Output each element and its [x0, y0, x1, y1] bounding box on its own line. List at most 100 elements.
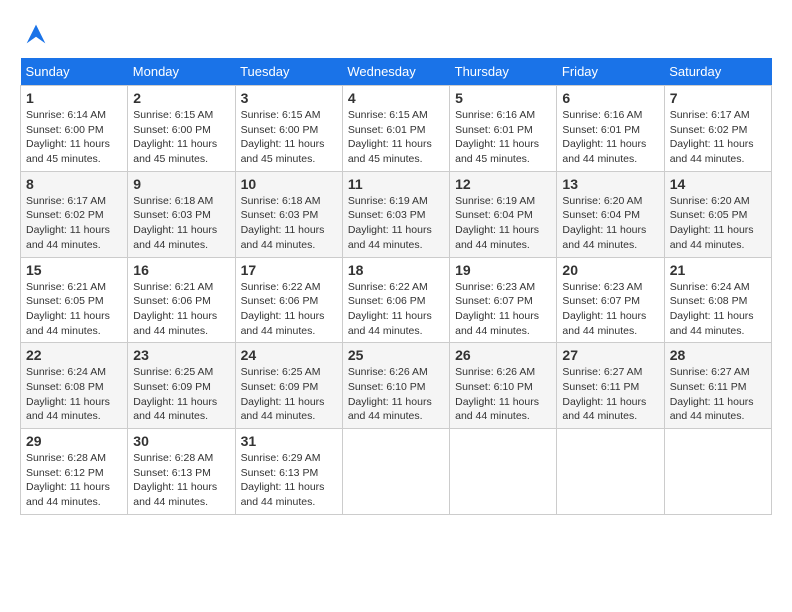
- calendar-cell: 1 Sunrise: 6:14 AMSunset: 6:00 PMDayligh…: [21, 86, 128, 172]
- day-header-monday: Monday: [128, 58, 235, 86]
- day-info: Sunrise: 6:24 AMSunset: 6:08 PMDaylight:…: [26, 366, 110, 422]
- calendar-cell: 2 Sunrise: 6:15 AMSunset: 6:00 PMDayligh…: [128, 86, 235, 172]
- calendar-cell: 15 Sunrise: 6:21 AMSunset: 6:05 PMDaylig…: [21, 257, 128, 343]
- day-info: Sunrise: 6:26 AMSunset: 6:10 PMDaylight:…: [348, 366, 432, 422]
- day-info: Sunrise: 6:22 AMSunset: 6:06 PMDaylight:…: [241, 281, 325, 337]
- calendar-cell: 23 Sunrise: 6:25 AMSunset: 6:09 PMDaylig…: [128, 343, 235, 429]
- day-number: 14: [670, 176, 766, 192]
- calendar-cell: 11 Sunrise: 6:19 AMSunset: 6:03 PMDaylig…: [342, 171, 449, 257]
- day-info: Sunrise: 6:21 AMSunset: 6:06 PMDaylight:…: [133, 281, 217, 337]
- calendar-cell: 9 Sunrise: 6:18 AMSunset: 6:03 PMDayligh…: [128, 171, 235, 257]
- calendar-cell: 14 Sunrise: 6:20 AMSunset: 6:05 PMDaylig…: [664, 171, 771, 257]
- calendar-cell: 17 Sunrise: 6:22 AMSunset: 6:06 PMDaylig…: [235, 257, 342, 343]
- day-info: Sunrise: 6:18 AMSunset: 6:03 PMDaylight:…: [241, 195, 325, 251]
- calendar-week-row: 29 Sunrise: 6:28 AMSunset: 6:12 PMDaylig…: [21, 429, 772, 515]
- day-info: Sunrise: 6:19 AMSunset: 6:04 PMDaylight:…: [455, 195, 539, 251]
- day-number: 3: [241, 90, 337, 106]
- day-number: 25: [348, 347, 444, 363]
- day-info: Sunrise: 6:26 AMSunset: 6:10 PMDaylight:…: [455, 366, 539, 422]
- calendar-cell: 27 Sunrise: 6:27 AMSunset: 6:11 PMDaylig…: [557, 343, 664, 429]
- day-number: 4: [348, 90, 444, 106]
- day-info: Sunrise: 6:24 AMSunset: 6:08 PMDaylight:…: [670, 281, 754, 337]
- calendar-cell: 3 Sunrise: 6:15 AMSunset: 6:00 PMDayligh…: [235, 86, 342, 172]
- day-info: Sunrise: 6:15 AMSunset: 6:00 PMDaylight:…: [241, 109, 325, 165]
- day-info: Sunrise: 6:21 AMSunset: 6:05 PMDaylight:…: [26, 281, 110, 337]
- day-number: 2: [133, 90, 229, 106]
- calendar-table: SundayMondayTuesdayWednesdayThursdayFrid…: [20, 58, 772, 515]
- day-number: 12: [455, 176, 551, 192]
- day-number: 18: [348, 262, 444, 278]
- day-info: Sunrise: 6:23 AMSunset: 6:07 PMDaylight:…: [455, 281, 539, 337]
- day-number: 20: [562, 262, 658, 278]
- day-header-saturday: Saturday: [664, 58, 771, 86]
- calendar-cell: 29 Sunrise: 6:28 AMSunset: 6:12 PMDaylig…: [21, 429, 128, 515]
- calendar-cell: 4 Sunrise: 6:15 AMSunset: 6:01 PMDayligh…: [342, 86, 449, 172]
- day-number: 27: [562, 347, 658, 363]
- calendar-cell: [557, 429, 664, 515]
- calendar-cell: 24 Sunrise: 6:25 AMSunset: 6:09 PMDaylig…: [235, 343, 342, 429]
- calendar-cell: 30 Sunrise: 6:28 AMSunset: 6:13 PMDaylig…: [128, 429, 235, 515]
- day-info: Sunrise: 6:17 AMSunset: 6:02 PMDaylight:…: [26, 195, 110, 251]
- day-info: Sunrise: 6:29 AMSunset: 6:13 PMDaylight:…: [241, 452, 325, 508]
- calendar-cell: 18 Sunrise: 6:22 AMSunset: 6:06 PMDaylig…: [342, 257, 449, 343]
- calendar-cell: 16 Sunrise: 6:21 AMSunset: 6:06 PMDaylig…: [128, 257, 235, 343]
- day-header-wednesday: Wednesday: [342, 58, 449, 86]
- day-header-thursday: Thursday: [450, 58, 557, 86]
- calendar-cell: 26 Sunrise: 6:26 AMSunset: 6:10 PMDaylig…: [450, 343, 557, 429]
- day-number: 7: [670, 90, 766, 106]
- day-number: 17: [241, 262, 337, 278]
- calendar-cell: 28 Sunrise: 6:27 AMSunset: 6:11 PMDaylig…: [664, 343, 771, 429]
- day-info: Sunrise: 6:20 AMSunset: 6:04 PMDaylight:…: [562, 195, 646, 251]
- logo: [20, 20, 50, 48]
- day-number: 26: [455, 347, 551, 363]
- calendar-header-row: SundayMondayTuesdayWednesdayThursdayFrid…: [21, 58, 772, 86]
- calendar-cell: 19 Sunrise: 6:23 AMSunset: 6:07 PMDaylig…: [450, 257, 557, 343]
- calendar-cell: 12 Sunrise: 6:19 AMSunset: 6:04 PMDaylig…: [450, 171, 557, 257]
- calendar-week-row: 15 Sunrise: 6:21 AMSunset: 6:05 PMDaylig…: [21, 257, 772, 343]
- calendar-cell: [450, 429, 557, 515]
- day-number: 24: [241, 347, 337, 363]
- day-info: Sunrise: 6:28 AMSunset: 6:12 PMDaylight:…: [26, 452, 110, 508]
- day-info: Sunrise: 6:23 AMSunset: 6:07 PMDaylight:…: [562, 281, 646, 337]
- day-number: 16: [133, 262, 229, 278]
- calendar-cell: 5 Sunrise: 6:16 AMSunset: 6:01 PMDayligh…: [450, 86, 557, 172]
- calendar-week-row: 1 Sunrise: 6:14 AMSunset: 6:00 PMDayligh…: [21, 86, 772, 172]
- day-info: Sunrise: 6:22 AMSunset: 6:06 PMDaylight:…: [348, 281, 432, 337]
- calendar-cell: 25 Sunrise: 6:26 AMSunset: 6:10 PMDaylig…: [342, 343, 449, 429]
- day-header-tuesday: Tuesday: [235, 58, 342, 86]
- calendar-cell: 20 Sunrise: 6:23 AMSunset: 6:07 PMDaylig…: [557, 257, 664, 343]
- day-info: Sunrise: 6:15 AMSunset: 6:00 PMDaylight:…: [133, 109, 217, 165]
- day-number: 21: [670, 262, 766, 278]
- day-number: 30: [133, 433, 229, 449]
- day-info: Sunrise: 6:19 AMSunset: 6:03 PMDaylight:…: [348, 195, 432, 251]
- day-number: 28: [670, 347, 766, 363]
- calendar-cell: [342, 429, 449, 515]
- day-info: Sunrise: 6:14 AMSunset: 6:00 PMDaylight:…: [26, 109, 110, 165]
- day-info: Sunrise: 6:25 AMSunset: 6:09 PMDaylight:…: [133, 366, 217, 422]
- day-info: Sunrise: 6:27 AMSunset: 6:11 PMDaylight:…: [670, 366, 754, 422]
- day-number: 22: [26, 347, 122, 363]
- calendar-cell: 7 Sunrise: 6:17 AMSunset: 6:02 PMDayligh…: [664, 86, 771, 172]
- day-info: Sunrise: 6:16 AMSunset: 6:01 PMDaylight:…: [562, 109, 646, 165]
- day-info: Sunrise: 6:15 AMSunset: 6:01 PMDaylight:…: [348, 109, 432, 165]
- calendar-cell: 8 Sunrise: 6:17 AMSunset: 6:02 PMDayligh…: [21, 171, 128, 257]
- calendar-cell: 31 Sunrise: 6:29 AMSunset: 6:13 PMDaylig…: [235, 429, 342, 515]
- day-number: 19: [455, 262, 551, 278]
- day-info: Sunrise: 6:20 AMSunset: 6:05 PMDaylight:…: [670, 195, 754, 251]
- day-number: 13: [562, 176, 658, 192]
- day-number: 1: [26, 90, 122, 106]
- calendar-cell: 10 Sunrise: 6:18 AMSunset: 6:03 PMDaylig…: [235, 171, 342, 257]
- day-number: 8: [26, 176, 122, 192]
- day-number: 5: [455, 90, 551, 106]
- day-number: 6: [562, 90, 658, 106]
- page-header: [20, 20, 772, 48]
- day-number: 11: [348, 176, 444, 192]
- calendar-cell: 6 Sunrise: 6:16 AMSunset: 6:01 PMDayligh…: [557, 86, 664, 172]
- calendar-week-row: 22 Sunrise: 6:24 AMSunset: 6:08 PMDaylig…: [21, 343, 772, 429]
- day-info: Sunrise: 6:18 AMSunset: 6:03 PMDaylight:…: [133, 195, 217, 251]
- calendar-cell: 22 Sunrise: 6:24 AMSunset: 6:08 PMDaylig…: [21, 343, 128, 429]
- calendar-week-row: 8 Sunrise: 6:17 AMSunset: 6:02 PMDayligh…: [21, 171, 772, 257]
- day-number: 29: [26, 433, 122, 449]
- day-info: Sunrise: 6:27 AMSunset: 6:11 PMDaylight:…: [562, 366, 646, 422]
- day-header-sunday: Sunday: [21, 58, 128, 86]
